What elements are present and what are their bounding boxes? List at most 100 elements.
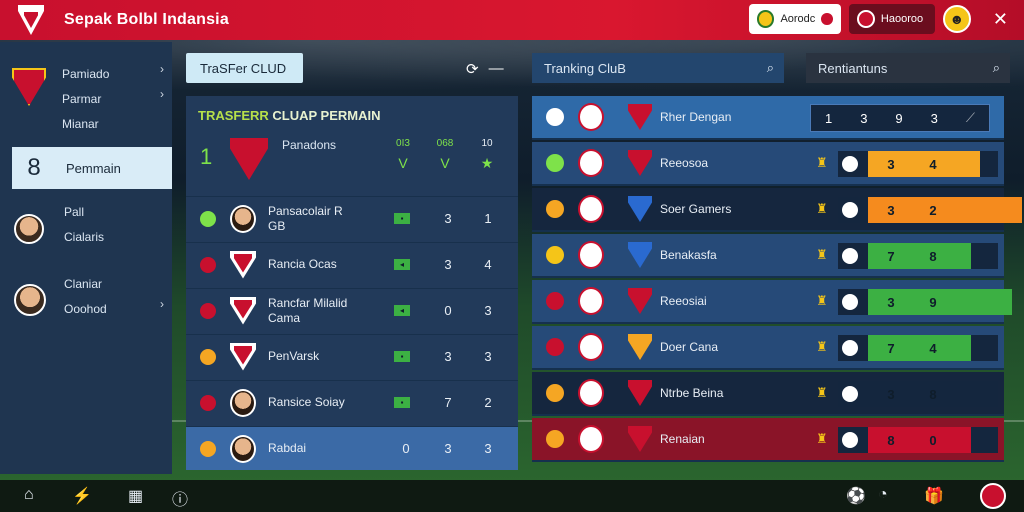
ranking-row[interactable]: Soer Gamers ♜ 3 2 — [532, 188, 1022, 232]
player-stat-2: 2 — [484, 395, 492, 410]
ranking-dot-wrap — [838, 289, 862, 315]
player-stat-2: 4 — [484, 257, 492, 272]
player-status-icon — [200, 440, 216, 457]
header-col-label: 068 — [436, 138, 454, 149]
sidebar-item-pall[interactable]: Pall Cialaris — [12, 200, 172, 260]
transfer-panel: TRASFERR CLUAP PERMAIN 1 Panadons 0I3 V 0… — [186, 96, 518, 470]
ranking-score-cells: 1 3 9 3 ⟋ — [810, 104, 990, 132]
ranking-row[interactable]: Ntrbe Beina ♜ 3 8 — [532, 372, 1004, 416]
ranking-value-1: 3 — [887, 295, 895, 310]
trophy-icon: ♜ — [816, 247, 828, 262]
minimize-icon[interactable]: — — [489, 60, 504, 78]
ranking-status-icon — [546, 384, 564, 402]
club-name: Reeosoa — [660, 156, 709, 170]
trophy-icon: ♜ — [816, 339, 828, 354]
ranking-dot-icon — [842, 156, 858, 172]
transfer-row[interactable]: PenVarsk ▪ 3 3 — [186, 334, 518, 378]
helmet-icon[interactable]: ◔ — [878, 486, 888, 504]
edit-icon[interactable]: ⟋ — [966, 110, 975, 126]
ranking-value-1: 3 — [887, 203, 895, 218]
top-bar: Sepak Bolbl Indansia Aorodc Haooroo ☻ ✕ — [0, 0, 1024, 40]
player-stat-0: 0 — [402, 441, 410, 456]
club-crest-icon — [628, 334, 652, 360]
header-col[interactable]: 10 ★ — [472, 138, 502, 172]
ranking-value-2: 0 — [929, 433, 937, 448]
ranking-club-search[interactable]: Tranking CluB ⌕ — [532, 53, 784, 83]
club-name: Soer Gamers — [660, 202, 732, 216]
ranking-status-icon — [546, 292, 564, 310]
search-icon[interactable]: ⌕ — [993, 60, 1000, 76]
ball-icon[interactable]: ⚽ — [846, 486, 866, 506]
ranking-row[interactable]: Reeosiai ♜ 3 9 — [532, 280, 1012, 324]
club-crest-icon — [12, 68, 48, 106]
panel-title-prefix: TRASFERR — [198, 108, 269, 123]
ranking-row[interactable]: Rher Dengan♜1393⟋ — [532, 96, 1004, 140]
club-crest-icon[interactable] — [980, 483, 1006, 509]
header-col[interactable]: 068 V — [430, 138, 460, 171]
status-dot-icon — [821, 13, 833, 25]
score-cell: 9 — [895, 110, 903, 126]
header-col-icon: V — [440, 155, 450, 171]
opponent-selector-pill[interactable]: Haooroo — [848, 4, 935, 34]
transfer-row[interactable]: Rancia Ocas ◂ 3 4 — [186, 242, 518, 286]
sidebar-label: Pamiado — [62, 67, 110, 81]
user-avatar[interactable]: ☻ — [942, 5, 971, 33]
panel-title: TRASFERR CLUAP PERMAIN — [198, 108, 381, 123]
ranking-value-1: 7 — [887, 249, 895, 264]
ranking-value-1: 8 — [887, 433, 895, 448]
nav-icon[interactable]: ⚡ — [72, 486, 92, 506]
ranking-row[interactable]: Doer Cana ♜ 7 4 — [532, 326, 1004, 370]
ranking-dot-wrap — [838, 243, 862, 269]
gift-icon[interactable]: 🎁 — [924, 486, 944, 506]
club-name: Doer Cana — [660, 340, 719, 354]
ranking-value-1: 3 — [887, 157, 895, 172]
grid-icon[interactable]: ▦ — [128, 486, 143, 506]
club-name: Reeosiai — [660, 294, 707, 308]
sidebar-item-club[interactable]: Pamiado Parmar Mianar › › — [12, 62, 172, 142]
ranking-row[interactable]: Benakasfa ♜ 7 8 — [532, 234, 1004, 278]
home-icon[interactable]: ⌂ — [24, 486, 34, 504]
ranking-row[interactable]: Reeosoa ♜ 3 4 — [532, 142, 1004, 186]
flag-icon: ▪ — [394, 213, 410, 224]
player-status-icon — [200, 348, 216, 365]
search-icon[interactable]: ⌕ — [767, 60, 774, 76]
refresh-icon[interactable]: ⟳ — [466, 60, 479, 78]
ranking-value-2: 8 — [929, 387, 937, 402]
club-crest-icon — [578, 103, 604, 131]
flag-icon: ▪ — [394, 351, 410, 362]
transfer-row[interactable]: Ransice Soiay ▪ 7 2 — [186, 380, 518, 424]
ranking-search-label: Tranking CluB — [544, 60, 626, 76]
player-stat-1: 7 — [444, 395, 452, 410]
header-col-label: 0I3 — [396, 138, 410, 149]
ranking-dot-icon — [842, 432, 858, 448]
header-col[interactable]: 0I3 V — [388, 138, 418, 171]
player-stat-2: 3 — [484, 349, 492, 364]
club-crest-icon — [628, 196, 652, 222]
club-name: Rher Dengan — [660, 110, 732, 124]
sidebar-item-claniar[interactable]: Claniar Ooohod › — [12, 272, 172, 332]
club-crest-icon — [578, 379, 604, 407]
player-name: Rancia Ocas — [268, 257, 337, 271]
club-selector-pill[interactable]: Aorodc — [748, 4, 841, 34]
club-crest-icon — [628, 104, 652, 130]
ranking-value-2: 4 — [929, 341, 937, 356]
close-icon[interactable]: ✕ — [993, 9, 1008, 30]
sidebar-item-pall-labels: Pall Cialaris — [64, 200, 104, 250]
club-crest-icon — [230, 250, 256, 279]
ranking-row[interactable]: Renaian ♜ 8 0 — [532, 418, 1004, 462]
club-crest-icon — [578, 195, 604, 223]
info-icon[interactable]: ⓘ — [172, 486, 188, 510]
club-crest-icon — [628, 242, 652, 268]
sidebar-label: Ooohod — [64, 302, 107, 316]
ranking-value-1: 3 — [887, 387, 895, 402]
player-name: Pansacolair R GB — [268, 203, 343, 233]
transfer-row[interactable]: Rabdai 0 3 3 — [186, 426, 518, 470]
tab-transfer-club[interactable]: TraSFer CLUD — [186, 53, 303, 83]
secondary-search[interactable]: Rentiantuns ⌕ — [806, 53, 1010, 83]
app-logo-icon — [18, 5, 44, 35]
transfer-row[interactable]: Pansacolair R GB ▪ 3 1 — [186, 196, 518, 240]
ranking-value-2: 9 — [929, 295, 937, 310]
transfer-row[interactable]: Rancfar Milalid Cama ◂ 0 3 — [186, 288, 518, 332]
sidebar-item-players[interactable]: 8 Pemmain — [12, 147, 172, 189]
club-name: Ntrbe Beina — [660, 386, 724, 400]
